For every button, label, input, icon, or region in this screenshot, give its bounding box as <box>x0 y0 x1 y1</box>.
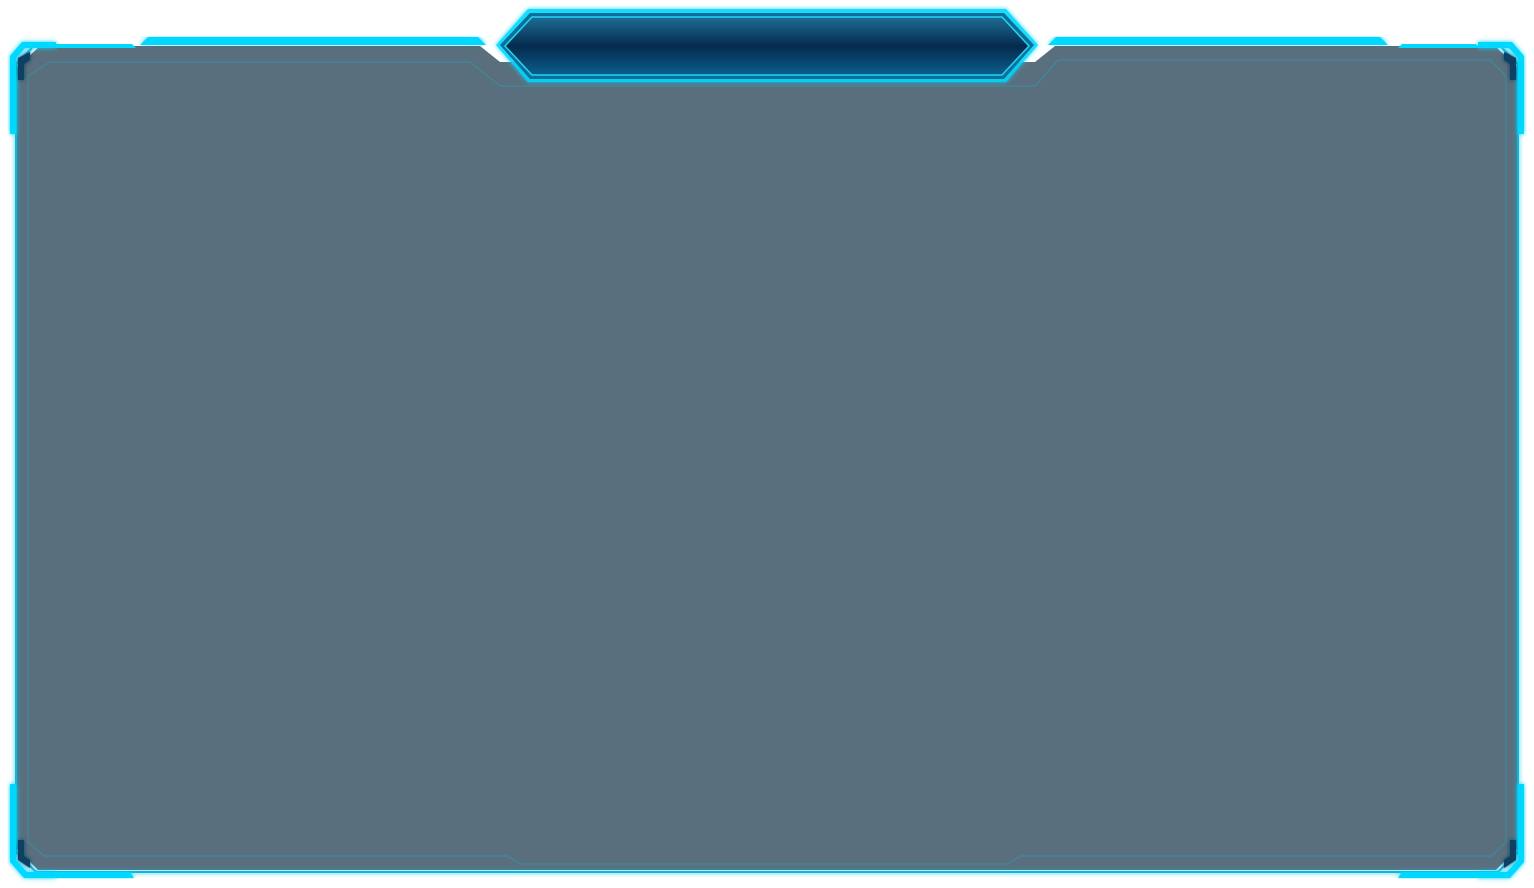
bottom-connector-left <box>52 872 134 878</box>
panel-body <box>16 46 1518 870</box>
bottom-connector-right <box>1398 872 1482 878</box>
top-bar-left <box>140 37 486 45</box>
top-bar-right <box>1048 37 1388 45</box>
header-tab-plate <box>503 16 1031 76</box>
hud-frame-graphic <box>10 9 1524 878</box>
hud-panel-frame <box>0 0 1534 888</box>
top-connector-right <box>1398 44 1480 48</box>
top-connector-left <box>52 44 136 48</box>
